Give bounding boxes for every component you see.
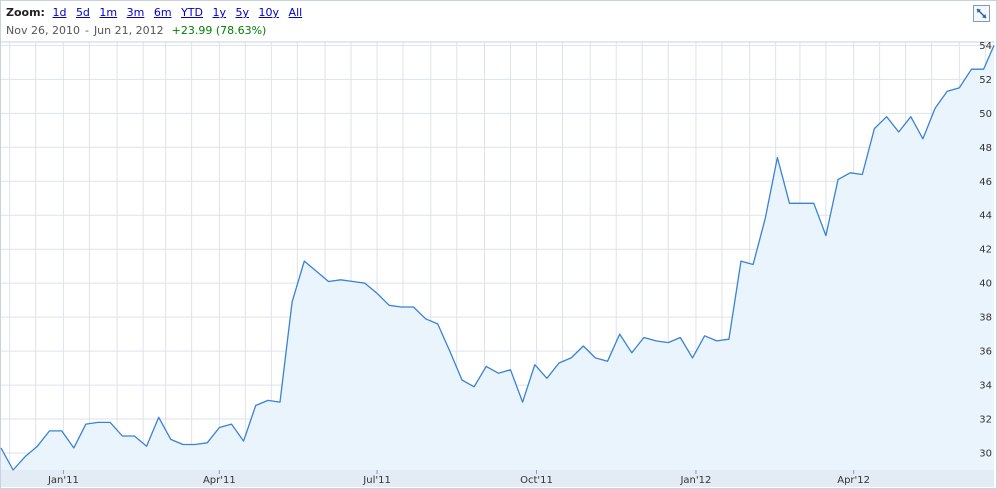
y-tick-label: 50	[979, 109, 992, 120]
y-tick-label: 52	[979, 75, 992, 86]
y-tick-label: 36	[979, 347, 992, 358]
area-layer	[1, 45, 994, 471]
y-tick-label: 42	[979, 245, 992, 256]
y-tick-label: 32	[979, 415, 992, 426]
y-tick-label: 34	[979, 381, 992, 392]
price-chart[interactable]: 30 32 34 36 38 40 42 44 46 48 50 52 54 Jan'11 Apr'11 J…	[0, 0, 997, 489]
series-area	[1, 45, 994, 471]
x-tick-label: Jul'11	[362, 475, 391, 486]
x-tick-label: Jan'12	[679, 475, 711, 486]
x-tick-label: Jan'11	[47, 475, 79, 486]
y-tick-label: 54	[979, 41, 992, 52]
x-tick-label: Apr'11	[203, 475, 236, 486]
y-tick-label: 48	[979, 143, 992, 154]
y-tick-label: 44	[979, 211, 992, 222]
y-tick-label: 46	[979, 177, 992, 188]
y-tick-label: 38	[979, 313, 992, 324]
x-tick-label: Apr'12	[837, 475, 870, 486]
x-tick-label: Oct'11	[520, 475, 553, 486]
y-tick-label: 30	[979, 449, 992, 460]
y-tick-label: 40	[979, 279, 992, 290]
